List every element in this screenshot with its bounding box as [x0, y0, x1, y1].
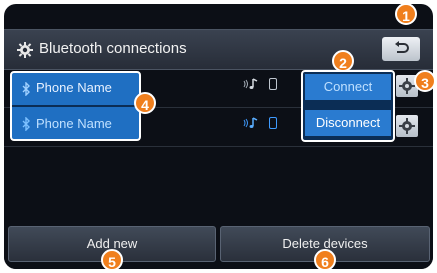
connection-buttons: Connect Disconnect [301, 70, 395, 142]
device-name-1[interactable]: Phone Name [36, 80, 112, 95]
callout-marker: 1 [395, 3, 417, 25]
callout-marker: 5 [101, 249, 123, 271]
disconnect-button[interactable]: Disconnect [305, 110, 391, 136]
device-settings-button-2[interactable] [396, 115, 418, 137]
device-list-separator [12, 105, 139, 107]
callout-marker: 2 [332, 50, 354, 72]
bluetooth-icon [22, 82, 30, 96]
settings-gear-icon [17, 42, 33, 58]
gear-icon [399, 78, 415, 94]
back-button[interactable] [382, 37, 420, 61]
page-title: Bluetooth connections [39, 40, 187, 57]
gear-icon [399, 118, 415, 134]
callout-marker: 6 [314, 249, 336, 271]
bluetooth-icon [22, 117, 30, 131]
callout-marker: 3 [414, 70, 436, 92]
audio-streaming-icon [243, 117, 258, 128]
row-divider [4, 146, 433, 147]
back-arrow-icon [395, 41, 409, 53]
screen: Bluetooth connections Phone Name Phone N… [0, 0, 437, 273]
phone-icon [269, 78, 277, 90]
device-name-2[interactable]: Phone Name [36, 116, 112, 131]
audio-streaming-icon [243, 78, 258, 89]
callout-marker: 4 [134, 92, 156, 114]
title-bar: Bluetooth connections [4, 29, 433, 70]
head-unit-display: Bluetooth connections Phone Name Phone N… [4, 4, 433, 269]
phone-icon [269, 117, 277, 129]
footer-bar: Add new Delete devices [4, 226, 433, 269]
device-list: Phone Name Phone Name [10, 71, 141, 141]
connect-button[interactable]: Connect [305, 74, 391, 100]
